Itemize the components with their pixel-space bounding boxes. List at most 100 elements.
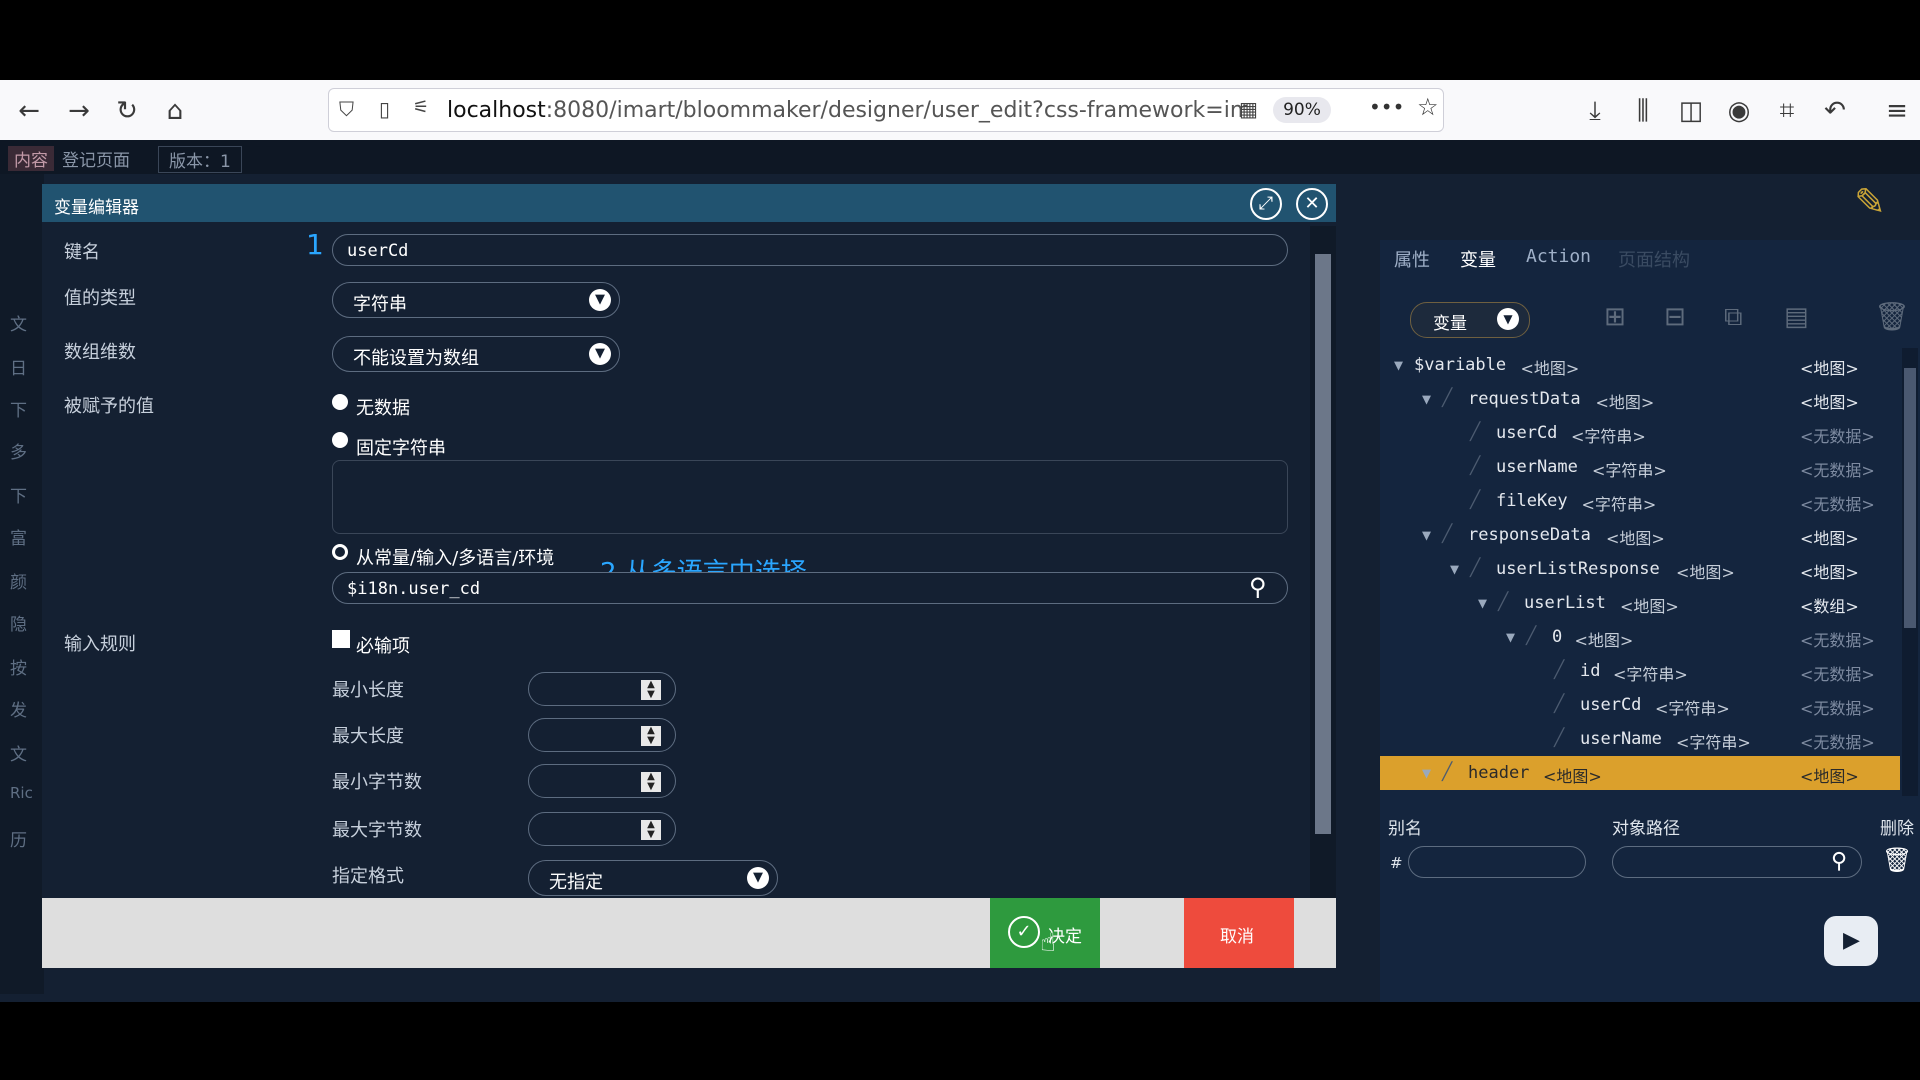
sidebar-item[interactable]: 下 [10, 482, 27, 507]
add-variable-icon[interactable]: ⊞ [1604, 302, 1626, 332]
value-type-select[interactable]: 字符串 ▼ [332, 282, 620, 318]
forward-icon[interactable]: → [62, 94, 96, 128]
permissions-icon[interactable]: ⚟ [413, 97, 429, 118]
max-length-stepper[interactable]: ▲ ▼ [528, 718, 676, 752]
array-dim-select[interactable]: 不能设置为数组 ▼ [332, 336, 620, 372]
copy-variable-icon[interactable]: ⧉ [1724, 302, 1743, 333]
stepper-arrows-icon[interactable]: ▲ ▼ [641, 680, 661, 700]
tree-row[interactable]: ▼ ╱ requestData <地图> <地图> [1380, 382, 1900, 416]
url-text[interactable]: localhost:8080/imart/bloommaker/designer… [447, 98, 1247, 123]
dialog-scrollbar[interactable] [1310, 226, 1336, 898]
tree-row[interactable]: ▼ ╱ header <地图> <地图> [1380, 756, 1900, 790]
edit-icon[interactable]: ╱ [1442, 388, 1452, 408]
radio-fixed-string[interactable] [332, 432, 348, 448]
sidebar-item[interactable]: 发 [10, 696, 27, 721]
tree-row[interactable]: ▼ ╱ 0 <地图> <无数据> [1380, 620, 1900, 654]
alias-input[interactable] [1408, 846, 1586, 878]
video-play-icon[interactable]: ▶ [1824, 916, 1878, 966]
search-icon[interactable]: ⚲ [1249, 573, 1267, 601]
object-path-input[interactable]: ⚲ [1612, 846, 1862, 878]
radio-const-input[interactable] [332, 544, 348, 560]
tab-properties[interactable]: 属性 [1394, 246, 1430, 272]
breadcrumb-page[interactable]: 登记页面 [62, 146, 130, 171]
sidebar-item[interactable]: 颜 [10, 568, 27, 593]
shield-icon[interactable]: ⛉ [339, 97, 354, 121]
tab-action[interactable]: Action [1526, 246, 1591, 267]
variable-type-dropdown[interactable]: 变量 ▼ [1410, 302, 1530, 338]
tree-row[interactable]: ╱ userCd <字符串> <无数据> [1380, 688, 1900, 722]
reload-icon[interactable]: ↻ [110, 94, 144, 128]
tree-row[interactable]: ╱ userCd <字符串> <无数据> [1380, 416, 1900, 450]
expand-arrow-icon[interactable]: ▼ [1422, 764, 1431, 782]
tree-row[interactable]: ╱ id <字符串> <无数据> [1380, 654, 1900, 688]
qr-code-icon[interactable]: ▦ [1239, 97, 1258, 121]
expand-arrow-icon[interactable]: ▼ [1422, 390, 1431, 408]
undo-icon[interactable]: ↶ [1818, 94, 1852, 128]
home-icon[interactable]: ⌂ [158, 94, 192, 128]
min-length-stepper[interactable]: ▲ ▼ [528, 672, 676, 706]
radio-no-data[interactable] [332, 394, 348, 410]
tree-row[interactable]: ▼ ╱ userList <地图> <数组> [1380, 586, 1900, 620]
sidebar-item[interactable]: 多 [10, 438, 27, 463]
delete-row-icon[interactable]: 🗑 [1882, 846, 1912, 874]
key-name-input[interactable]: userCd [332, 234, 1288, 266]
library-icon[interactable]: ⫼ [1626, 94, 1660, 128]
sidebar-item[interactable]: 富 [10, 524, 27, 549]
tree-scrollbar[interactable] [1902, 348, 1918, 796]
edit-icon[interactable]: ╱ [1470, 558, 1480, 578]
format-select[interactable]: 无指定 ▼ [528, 860, 778, 896]
search-icon[interactable]: ⚲ [1831, 849, 1847, 874]
more-actions-icon[interactable]: ••• [1369, 95, 1404, 119]
add-record-icon[interactable]: ⊟ [1664, 302, 1686, 332]
json-icon[interactable]: ▤ [1784, 302, 1809, 332]
sidebar-item[interactable]: 下 [10, 396, 27, 421]
expand-arrow-icon[interactable]: ▼ [1422, 526, 1431, 544]
bookmark-star-icon[interactable]: ☆ [1417, 93, 1439, 121]
tree-row[interactable]: ▼ $variable <地图> <地图> [1380, 348, 1900, 382]
edit-icon[interactable]: ╱ [1442, 524, 1452, 544]
expand-arrow-icon[interactable]: ▼ [1478, 594, 1487, 612]
edit-icon[interactable]: ╱ [1470, 456, 1480, 476]
tree-row[interactable]: ▼ ╱ responseData <地图> <地图> [1380, 518, 1900, 552]
fixed-string-textarea[interactable] [332, 460, 1288, 534]
tree-scroll-thumb[interactable] [1904, 368, 1916, 628]
download-icon[interactable]: ⤓ [1578, 94, 1612, 128]
close-icon[interactable]: ✕ [1296, 188, 1328, 220]
breadcrumb-content[interactable]: 内容 [8, 146, 54, 171]
edit-icon[interactable]: ╱ [1526, 626, 1536, 646]
zoom-level[interactable]: 90% [1273, 97, 1331, 123]
sidebar-item[interactable]: 文 [10, 740, 27, 765]
edit-icon[interactable]: ╱ [1470, 422, 1480, 442]
edit-icon[interactable]: ╱ [1554, 694, 1564, 714]
back-icon[interactable]: ← [12, 94, 46, 128]
account-icon[interactable]: ◉ [1722, 94, 1756, 128]
edit-icon[interactable]: ╱ [1554, 660, 1564, 680]
edit-icon[interactable]: ╱ [1554, 728, 1564, 748]
edit-icon[interactable]: ╱ [1470, 490, 1480, 510]
edit-icon[interactable]: ╱ [1498, 592, 1508, 612]
tree-row[interactable]: ╱ userName <字符串> <无数据> [1380, 450, 1900, 484]
menu-icon[interactable]: ≡ [1880, 94, 1914, 128]
tab-variables[interactable]: 变量 [1460, 246, 1496, 272]
min-bytes-stepper[interactable]: ▲ ▼ [528, 764, 676, 798]
tab-page-structure[interactable]: 页面结构 [1618, 246, 1690, 272]
sidebar-item[interactable]: Ric [10, 784, 33, 802]
sidebar-item[interactable]: 日 [10, 354, 27, 379]
edit-pencil-icon[interactable]: ✎ [1854, 180, 1886, 224]
address-bar[interactable]: ⛉ ▯ ⚟ localhost:8080/imart/bloommaker/de… [328, 88, 1444, 132]
trash-icon[interactable]: 🗑 [1874, 300, 1910, 333]
expand-arrow-icon[interactable]: ▼ [1506, 628, 1515, 646]
stepper-arrows-icon[interactable]: ▲ ▼ [641, 820, 661, 840]
tree-row[interactable]: ▼ ╱ userListResponse <地图> <地图> [1380, 552, 1900, 586]
tree-row[interactable]: ╱ fileKey <字符串> <无数据> [1380, 484, 1900, 518]
sidebar-item[interactable]: 文 [10, 310, 27, 335]
sidebar-item[interactable]: 按 [10, 654, 27, 679]
const-value-input[interactable]: $i18n.user_cd ⚲ [332, 572, 1288, 604]
required-checkbox[interactable] [332, 630, 350, 648]
expand-arrow-icon[interactable]: ▼ [1450, 560, 1459, 578]
expand-arrow-icon[interactable]: ▼ [1394, 356, 1403, 374]
crop-icon[interactable]: ⌗ [1770, 94, 1804, 128]
edit-icon[interactable]: ╱ [1442, 762, 1452, 782]
stepper-arrows-icon[interactable]: ▲ ▼ [641, 726, 661, 746]
stepper-arrows-icon[interactable]: ▲ ▼ [641, 772, 661, 792]
